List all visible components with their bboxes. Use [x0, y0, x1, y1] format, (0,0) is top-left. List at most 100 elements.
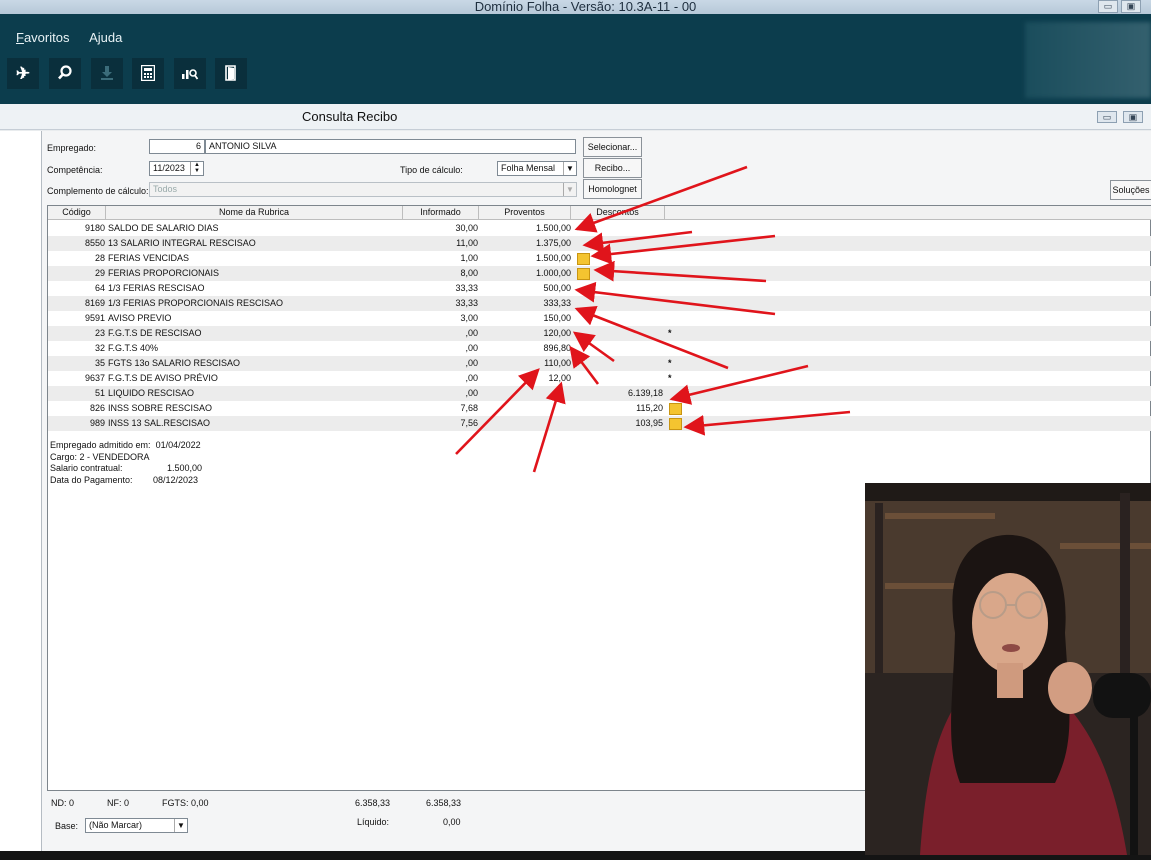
- column-header-proventos[interactable]: Proventos: [479, 206, 571, 220]
- cell-descontos: 103,95: [635, 418, 663, 428]
- column-header-descontos[interactable]: Descontos: [571, 206, 665, 220]
- cell-proventos: 500,00: [543, 283, 571, 293]
- cell-proventos: 1.375,00: [535, 238, 571, 248]
- base-select[interactable]: (Não Marcar) ▼: [85, 818, 188, 833]
- cell-codigo: 8169: [84, 298, 105, 308]
- cell-nome: FGTS 13o SALARIO RESCISAO: [108, 358, 241, 368]
- empregado-codigo-input[interactable]: 6: [149, 139, 205, 154]
- cell-codigo: 32: [94, 343, 105, 353]
- cell-nome: 13 SALARIO INTEGRAL RESCISAO: [108, 238, 256, 248]
- table-row[interactable]: 9180 SALDO DE SALARIO DIAS 30,00 1.500,00: [48, 221, 1151, 236]
- star-marker: *: [668, 373, 672, 383]
- table-row[interactable]: 8169 1/3 FERIAS PROPORCIONAIS RESCISAO 33,…: [48, 296, 1151, 311]
- complemento-select: Todos ▼: [149, 182, 577, 197]
- subwindow-header: Consulta Recibo: [0, 104, 1151, 130]
- search-icon[interactable]: [49, 58, 81, 89]
- table-row[interactable]: 28 FERIAS VENCIDAS 1,00 1.500,00: [48, 251, 1151, 266]
- solucoes-button[interactable]: Soluções: [1110, 180, 1151, 200]
- table-row[interactable]: 23 F.G.T.S DE RESCISAO ,00 120,00 *: [48, 326, 1151, 341]
- subwindow-minimize-button[interactable]: ▭: [1097, 111, 1117, 123]
- cell-nome: INSS SOBRE RESCISAO: [108, 403, 213, 413]
- tipo-calculo-label: Tipo de cálculo:: [400, 165, 463, 175]
- subwindow-restore-button[interactable]: ▣: [1123, 111, 1143, 123]
- cell-proventos: 12,00: [548, 373, 571, 383]
- admitido-label: Empregado admitido em:: [50, 440, 151, 450]
- door-icon[interactable]: [215, 58, 247, 89]
- pagamento-label: Data do Pagamento:: [50, 474, 133, 485]
- spinner-icon[interactable]: ▲ ▼: [190, 162, 203, 175]
- download-icon: [91, 58, 123, 89]
- cell-proventos: 896,80: [543, 343, 571, 353]
- table-row[interactable]: 64 1/3 FERIAS RESCISAO 33,33 500,00: [48, 281, 1151, 296]
- empregado-nome-field: ANTONIO SILVA: [205, 139, 576, 154]
- total-descontos: 6.358,33: [426, 798, 462, 808]
- cell-codigo: 9591: [84, 313, 105, 323]
- selecionar-button[interactable]: Selecionar...: [583, 137, 642, 157]
- cell-codigo: 9637: [84, 373, 105, 383]
- window-title-bar: Domínio Folha - Versão: 10.3A-11 - 00: [0, 0, 1151, 14]
- airplane-icon[interactable]: ✈: [7, 58, 39, 89]
- cell-codigo: 23: [94, 328, 105, 338]
- table-row[interactable]: 51 LIQUIDO RESCISAO ,00 6.139,18: [48, 386, 1151, 401]
- minimize-button[interactable]: ▭: [1098, 0, 1118, 13]
- cell-codigo: 8550: [84, 238, 105, 248]
- cell-codigo: 9180: [84, 223, 105, 233]
- nf-count: NF: 0: [107, 798, 130, 808]
- cell-nome: LIQUIDO RESCISAO: [108, 388, 195, 398]
- chevron-down-icon[interactable]: ▼: [174, 819, 187, 832]
- tipo-calculo-select[interactable]: Folha Mensal ▼: [497, 161, 577, 176]
- cell-nome: FERIAS PROPORCIONAIS: [108, 268, 220, 278]
- note-icon[interactable]: [577, 253, 590, 265]
- recibo-button[interactable]: Recibo...: [583, 158, 642, 178]
- presenter-webcam: [865, 483, 1151, 855]
- column-header-codigo[interactable]: Código: [48, 206, 106, 220]
- table-row[interactable]: 32 F.G.T.S 40% ,00 896,80: [48, 341, 1151, 356]
- column-header-informado[interactable]: Informado: [403, 206, 479, 220]
- cell-codigo: 64: [94, 283, 105, 293]
- liquido-label: Líquido:: [357, 817, 390, 827]
- pagamento-value: 08/12/2023: [153, 474, 199, 485]
- table-row[interactable]: 9591 AVISO PREVIO 3,00 150,00: [48, 311, 1151, 326]
- chevron-down-icon[interactable]: ▼: [563, 162, 576, 175]
- left-panel: [0, 131, 42, 851]
- calculator-icon[interactable]: [132, 58, 164, 89]
- table-row[interactable]: 8550 13 SALARIO INTEGRAL RESCISAO 11,00 1.3…: [48, 236, 1151, 251]
- cell-codigo: 51: [94, 388, 105, 398]
- employee-info: Empregado admitido em: 01/04/2022 Cargo:…: [50, 440, 202, 486]
- cell-proventos: 1.000,00: [535, 268, 571, 278]
- total-proventos: 6.358,33: [355, 798, 391, 808]
- table-row[interactable]: 9637 F.G.T.S DE AVISO PRÉVIO ,00 12,00 *: [48, 371, 1151, 386]
- column-header-nome[interactable]: Nome da Rubrica: [106, 206, 403, 220]
- complemento-label: Complemento de cálculo:: [47, 186, 149, 196]
- cell-informado: 7,56: [460, 418, 478, 428]
- competencia-input[interactable]: 11/2023 ▲ ▼: [149, 161, 204, 176]
- cell-codigo: 35: [94, 358, 105, 368]
- cell-descontos: 115,20: [636, 403, 663, 413]
- cell-nome: F.G.T.S 40%: [108, 343, 159, 353]
- table-row[interactable]: 989 INSS 13 SAL.RESCISAO 7,56 103,95: [48, 416, 1151, 431]
- table-row[interactable]: 29 FERIAS PROPORCIONAIS 8,00 1.000,00: [48, 266, 1151, 281]
- cell-informado: 30,00: [455, 223, 478, 233]
- cell-nome: F.G.T.S DE RESCISAO: [108, 328, 202, 338]
- note-icon[interactable]: [577, 268, 590, 280]
- window-title: Domínio Folha - Versão: 10.3A-11 - 00: [474, 0, 697, 14]
- homolognet-button[interactable]: Homolognet: [583, 179, 642, 199]
- app-toolbar-area: [0, 14, 1151, 104]
- star-marker: *: [668, 328, 672, 338]
- menu-favoritos[interactable]: Favoritos: [16, 30, 69, 45]
- cell-nome: FERIAS VENCIDAS: [108, 253, 190, 263]
- table-row[interactable]: 35 FGTS 13o SALARIO RESCISAO ,00 110,00 *: [48, 356, 1151, 371]
- note-icon[interactable]: [669, 418, 682, 430]
- cell-informado: ,00: [465, 343, 478, 353]
- fgts-total: FGTS: 0,00: [162, 798, 209, 808]
- menu-ajuda[interactable]: Ajuda: [89, 30, 122, 45]
- cell-proventos: 1.500,00: [535, 223, 571, 233]
- cell-descontos: 6.139,18: [627, 388, 663, 398]
- table-row[interactable]: 826 INSS SOBRE RESCISAO 7,68 115,20: [48, 401, 1151, 416]
- cell-proventos: 120,00: [543, 328, 571, 338]
- cell-nome: F.G.T.S DE AVISO PRÉVIO: [108, 373, 218, 383]
- chart-search-icon[interactable]: [174, 58, 206, 89]
- restore-button[interactable]: ▣: [1121, 0, 1141, 13]
- cell-informado: 33,33: [455, 283, 478, 293]
- note-icon[interactable]: [669, 403, 682, 415]
